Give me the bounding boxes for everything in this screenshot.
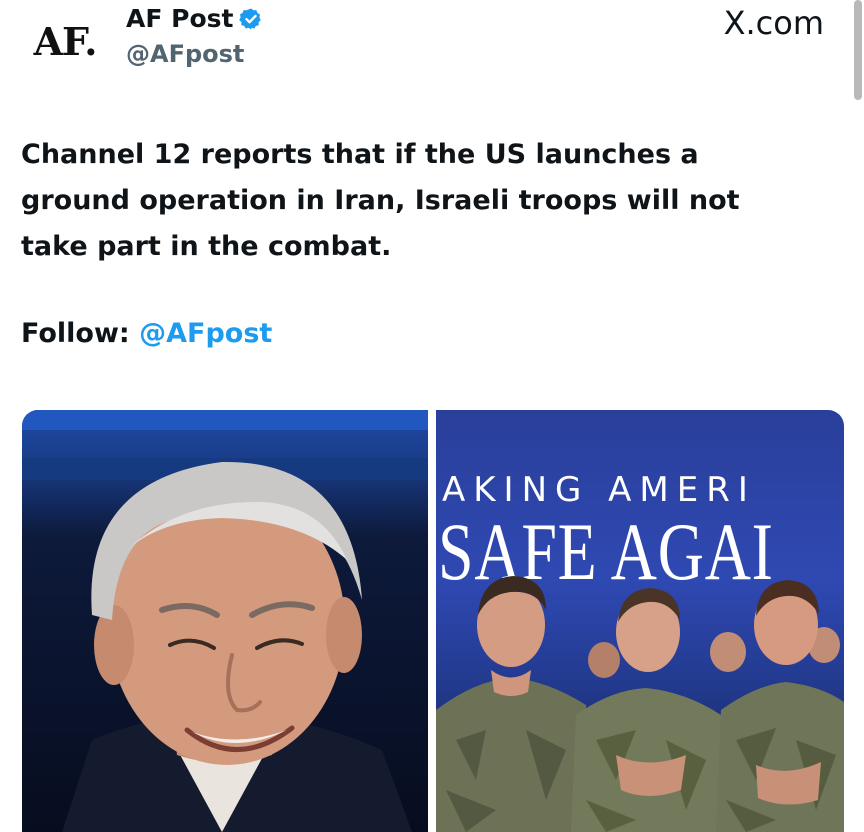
soldiers-illustration	[436, 576, 844, 832]
author-handle[interactable]: @AFpost	[126, 40, 244, 68]
tweet-body: Channel 12 reports that if the US launch…	[21, 132, 811, 270]
follow-mention-link[interactable]: @AFpost	[139, 318, 272, 349]
media-photo-soldiers[interactable]: AKING AMERI SAFE AGAI	[436, 410, 844, 832]
author-display-name[interactable]: AF Post	[126, 4, 233, 33]
tweet-header: AF. AF Post @AFpost X.com	[0, 0, 864, 110]
media-photo-portrait[interactable]	[22, 410, 428, 832]
follow-line: Follow: @AFpost	[21, 318, 272, 349]
scrollbar-thumb[interactable]	[854, 0, 862, 100]
author-name-row[interactable]: AF Post	[126, 4, 263, 33]
tweet-text-line: take part in the combat.	[21, 231, 392, 262]
follow-label: Follow:	[21, 318, 130, 349]
author-avatar[interactable]: AF.	[20, 2, 110, 80]
avatar-logo-text: AF.	[33, 18, 98, 64]
site-watermark: X.com	[723, 4, 824, 42]
tweet-text-line: ground operation in Iran, Israeli troops…	[21, 185, 740, 216]
tweet-media-grid: AKING AMERI SAFE AGAI	[22, 410, 844, 832]
portrait-illustration	[22, 410, 428, 832]
verified-badge-icon	[239, 8, 262, 29]
tweet-text-line: Channel 12 reports that if the US launch…	[21, 139, 699, 170]
